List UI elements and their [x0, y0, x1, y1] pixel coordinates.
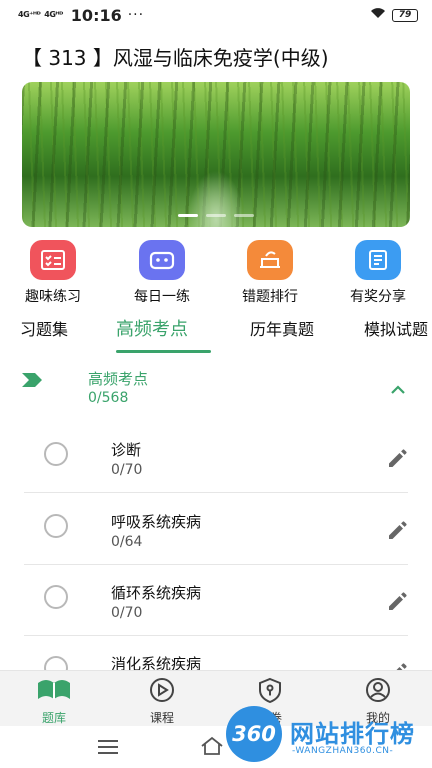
- watermark-logo: 360 网站排行榜 -WANGZHAN360.CN-: [220, 700, 432, 768]
- category-tabs: 习题集 高频考点 历年真题 模拟试题: [0, 312, 432, 354]
- watermark-text: 网站排行榜: [290, 720, 415, 748]
- pencil-icon[interactable]: [386, 446, 410, 474]
- pencil-icon[interactable]: [386, 589, 410, 617]
- status-time: 10:16: [70, 5, 122, 25]
- section-count: 0/568: [88, 390, 129, 406]
- quick-action-label: 每日一练: [134, 289, 190, 305]
- book-icon: [36, 677, 72, 707]
- battery-icon: 79: [392, 8, 418, 22]
- list-item[interactable]: 呼吸系统疾病 0/64: [0, 494, 432, 565]
- tab-exercise-set[interactable]: 习题集: [20, 316, 68, 340]
- signal-icon: 4Gᴴᴰ: [44, 10, 63, 19]
- item-name: 呼吸系统疾病: [111, 513, 202, 531]
- quick-action-label: 错题排行: [242, 289, 298, 305]
- banner-dot[interactable]: [206, 214, 226, 217]
- nav-question-bank[interactable]: 题库: [24, 677, 84, 726]
- radio-button[interactable]: [44, 442, 68, 466]
- item-count: 0/70: [111, 462, 143, 478]
- wifi-icon: [370, 7, 386, 23]
- tab-mock-exams[interactable]: 模拟试题: [364, 316, 428, 340]
- item-name: 循环系统疾病: [111, 584, 202, 602]
- tab-past-exams[interactable]: 历年真题: [250, 316, 314, 340]
- pencil-icon[interactable]: [386, 518, 410, 546]
- page-title: 【 313 】风湿与临床免疫学(中级): [22, 46, 329, 70]
- quick-action-daily[interactable]: 每日一练: [122, 240, 202, 306]
- banner-carousel[interactable]: [22, 82, 410, 227]
- play-icon: [148, 677, 176, 707]
- section-title: 高频考点: [88, 370, 149, 388]
- item-count: 0/70: [111, 605, 143, 621]
- banner-dot[interactable]: [178, 214, 198, 217]
- banner-indicator: [22, 214, 410, 217]
- watermark-logo-circle: 360: [226, 706, 282, 762]
- nav-label: 课程: [149, 711, 174, 725]
- item-count: 0/64: [111, 534, 143, 550]
- radio-button[interactable]: [44, 514, 68, 538]
- signal-icon: 4G⁺ᴴᴰ: [18, 10, 41, 19]
- section-header[interactable]: 高频考点 0/568: [0, 362, 432, 420]
- quick-action-fun-practice[interactable]: 趣味练习: [13, 240, 93, 306]
- nav-label: 题库: [41, 711, 66, 725]
- radio-button[interactable]: [44, 585, 68, 609]
- list-item[interactable]: 诊断 0/70: [0, 422, 432, 493]
- quick-action-wrong-ranking[interactable]: 错题排行: [230, 240, 310, 306]
- watermark-subtext: -WANGZHAN360.CN-: [292, 746, 394, 756]
- quick-action-label: 有奖分享: [350, 289, 406, 305]
- flag-icon: [22, 372, 44, 392]
- checklist-icon: [30, 240, 76, 280]
- nav-courses[interactable]: 课程: [132, 677, 192, 726]
- banner-dot[interactable]: [234, 214, 254, 217]
- notebook-icon: [355, 240, 401, 280]
- notification-dots: ···: [127, 7, 145, 23]
- tab-high-frequency[interactable]: 高频考点: [116, 315, 188, 341]
- quick-actions: 趣味练习 每日一练 错题排行 有奖分享: [0, 240, 432, 306]
- quick-action-label: 趣味练习: [25, 289, 81, 305]
- menu-icon[interactable]: [98, 740, 118, 758]
- list-item[interactable]: 循环系统疾病 0/70: [0, 565, 432, 636]
- ranking-icon: [247, 240, 293, 280]
- robot-icon: [139, 240, 185, 280]
- status-bar: 4G⁺ᴴᴰ 4Gᴴᴰ 10:16 ··· 79: [0, 0, 432, 30]
- chevron-up-icon[interactable]: [390, 380, 406, 399]
- quick-action-share[interactable]: 有奖分享: [338, 240, 418, 306]
- divider: [24, 492, 408, 493]
- item-name: 诊断: [111, 441, 142, 459]
- tab-underline: [116, 350, 211, 353]
